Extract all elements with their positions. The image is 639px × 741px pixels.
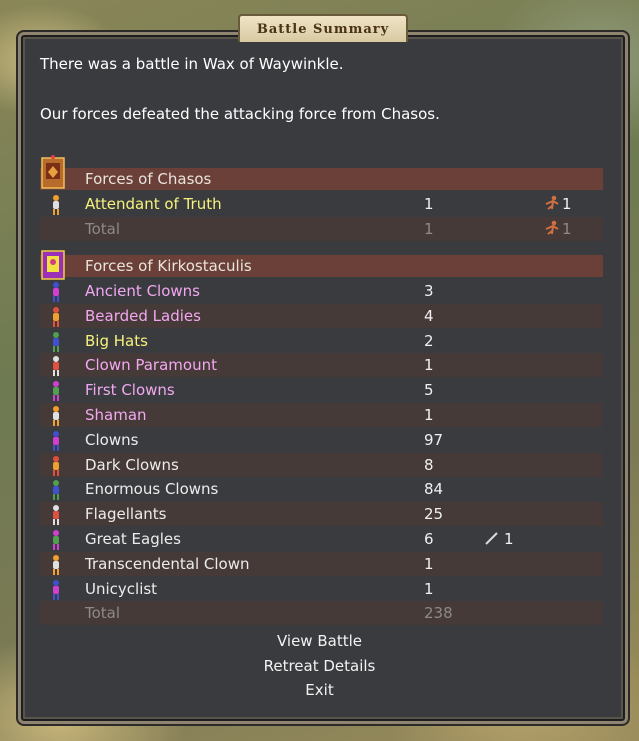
shaman-unit-icon bbox=[48, 405, 62, 426]
unit-count: 1 bbox=[424, 406, 434, 424]
battle-result-text: Our forces defeated the attacking force … bbox=[40, 105, 440, 123]
big-hats-unit-icon bbox=[48, 331, 62, 352]
unit-count: 8 bbox=[424, 456, 434, 474]
transcendental-clown-unit-icon bbox=[48, 554, 62, 575]
attacker-header-label: Forces of Chasos bbox=[85, 170, 212, 188]
unit-name: Transcendental Clown bbox=[85, 555, 250, 573]
unit-row-bearded-ladies[interactable]: Bearded Ladies 4 bbox=[40, 304, 603, 328]
flagellants-unit-icon bbox=[48, 504, 62, 525]
unit-row-transcendental-clown[interactable]: Transcendental Clown 1 bbox=[40, 552, 603, 576]
chasos-banner-icon bbox=[41, 155, 65, 189]
unit-row-first-clowns[interactable]: First Clowns 5 bbox=[40, 378, 603, 402]
exit-button[interactable]: Exit bbox=[0, 681, 639, 699]
unit-count: 238 bbox=[424, 604, 453, 622]
clowns-unit-icon bbox=[48, 430, 62, 451]
attacker-header: Forces of Chasos bbox=[40, 168, 603, 190]
unit-count: 1 bbox=[424, 195, 434, 213]
unit-row-big-hats[interactable]: Big Hats 2 bbox=[40, 329, 603, 353]
unit-name: Dark Clowns bbox=[85, 456, 179, 474]
unit-count: 4 bbox=[424, 307, 434, 325]
defender-header: Forces of Kirkostaculis bbox=[40, 255, 603, 277]
unit-row-clowns[interactable]: Clowns 97 bbox=[40, 428, 603, 452]
unit-row-dark-clowns[interactable]: Dark Clowns 8 bbox=[40, 453, 603, 477]
losses-value: 1 bbox=[562, 219, 572, 238]
unit-count: 6 bbox=[424, 530, 434, 548]
losses-cell: 1 bbox=[544, 195, 572, 213]
unit-name: Clowns bbox=[85, 431, 139, 449]
unit-name: Shaman bbox=[85, 406, 147, 424]
unit-count: 2 bbox=[424, 332, 434, 350]
kirkostaculis-banner-icon bbox=[41, 250, 65, 280]
unicyclist-unit-icon bbox=[48, 579, 62, 600]
enormous-clowns-unit-icon bbox=[48, 479, 62, 500]
unit-name: First Clowns bbox=[85, 381, 175, 399]
defender-header-label: Forces of Kirkostaculis bbox=[85, 257, 252, 275]
unit-row-shaman[interactable]: Shaman 1 bbox=[40, 403, 603, 427]
unit-name: Flagellants bbox=[85, 505, 167, 523]
total-label: Total bbox=[85, 219, 121, 238]
unit-name: Ancient Clowns bbox=[85, 282, 200, 300]
unit-row-enormous-clowns[interactable]: Enormous Clowns 84 bbox=[40, 477, 603, 501]
unit-count: 97 bbox=[424, 431, 444, 449]
unit-row-flagellants[interactable]: Flagellants 25 bbox=[40, 502, 603, 526]
total-row: Total 238 bbox=[40, 601, 603, 625]
kills-cell: 1 bbox=[484, 530, 514, 548]
unit-count: 5 bbox=[424, 381, 434, 399]
unit-row-clown-paramount[interactable]: Clown Paramount 1 bbox=[40, 353, 603, 377]
bearded-ladies-unit-icon bbox=[48, 306, 62, 327]
total-label: Total bbox=[85, 604, 121, 622]
first-clowns-unit-icon bbox=[48, 380, 62, 401]
unit-name: Unicyclist bbox=[85, 580, 158, 598]
retreat-details-button[interactable]: Retreat Details bbox=[0, 657, 639, 675]
total-row: Total 1 1 bbox=[40, 216, 603, 241]
unit-name: Attendant of Truth bbox=[85, 195, 222, 213]
unit-name: Clown Paramount bbox=[85, 356, 217, 374]
casualty-icon bbox=[545, 220, 559, 235]
unit-row-attendant-of-truth[interactable]: Attendant of Truth 1 1 bbox=[40, 192, 603, 216]
unit-count: 1 bbox=[424, 356, 434, 374]
casualty-icon bbox=[545, 195, 559, 210]
great-eagles-unit-icon bbox=[48, 529, 62, 550]
unit-count: 84 bbox=[424, 480, 444, 498]
unit-count: 1 bbox=[424, 580, 434, 598]
dark-clowns-unit-icon bbox=[48, 455, 62, 476]
unit-count: 1 bbox=[424, 219, 434, 238]
unit-row-great-eagles[interactable]: Great Eagles 6 1 bbox=[40, 527, 603, 551]
kills-value: 1 bbox=[504, 530, 514, 548]
view-battle-button[interactable]: View Battle bbox=[0, 632, 639, 650]
unit-count: 25 bbox=[424, 505, 444, 523]
unit-name: Great Eagles bbox=[85, 530, 181, 548]
unit-name: Big Hats bbox=[85, 332, 148, 350]
unit-count: 3 bbox=[424, 282, 434, 300]
unit-row-unicyclist[interactable]: Unicyclist 1 bbox=[40, 577, 603, 601]
losses-cell: 1 bbox=[544, 220, 572, 238]
unit-name: Bearded Ladies bbox=[85, 307, 201, 325]
unit-row-ancient-clowns[interactable]: Ancient Clowns 3 bbox=[40, 279, 603, 303]
clown-paramount-unit-icon bbox=[48, 355, 62, 376]
battle-location-text: There was a battle in Wax of Waywinkle. bbox=[40, 55, 344, 73]
losses-value: 1 bbox=[562, 195, 572, 213]
unit-name: Enormous Clowns bbox=[85, 480, 219, 498]
unit-count: 1 bbox=[424, 555, 434, 573]
attendant-of-truth-unit-icon bbox=[48, 194, 62, 215]
dialog-title: Battle Summary bbox=[238, 14, 408, 42]
sword-icon bbox=[485, 532, 498, 545]
ancient-clowns-unit-icon bbox=[48, 281, 62, 302]
